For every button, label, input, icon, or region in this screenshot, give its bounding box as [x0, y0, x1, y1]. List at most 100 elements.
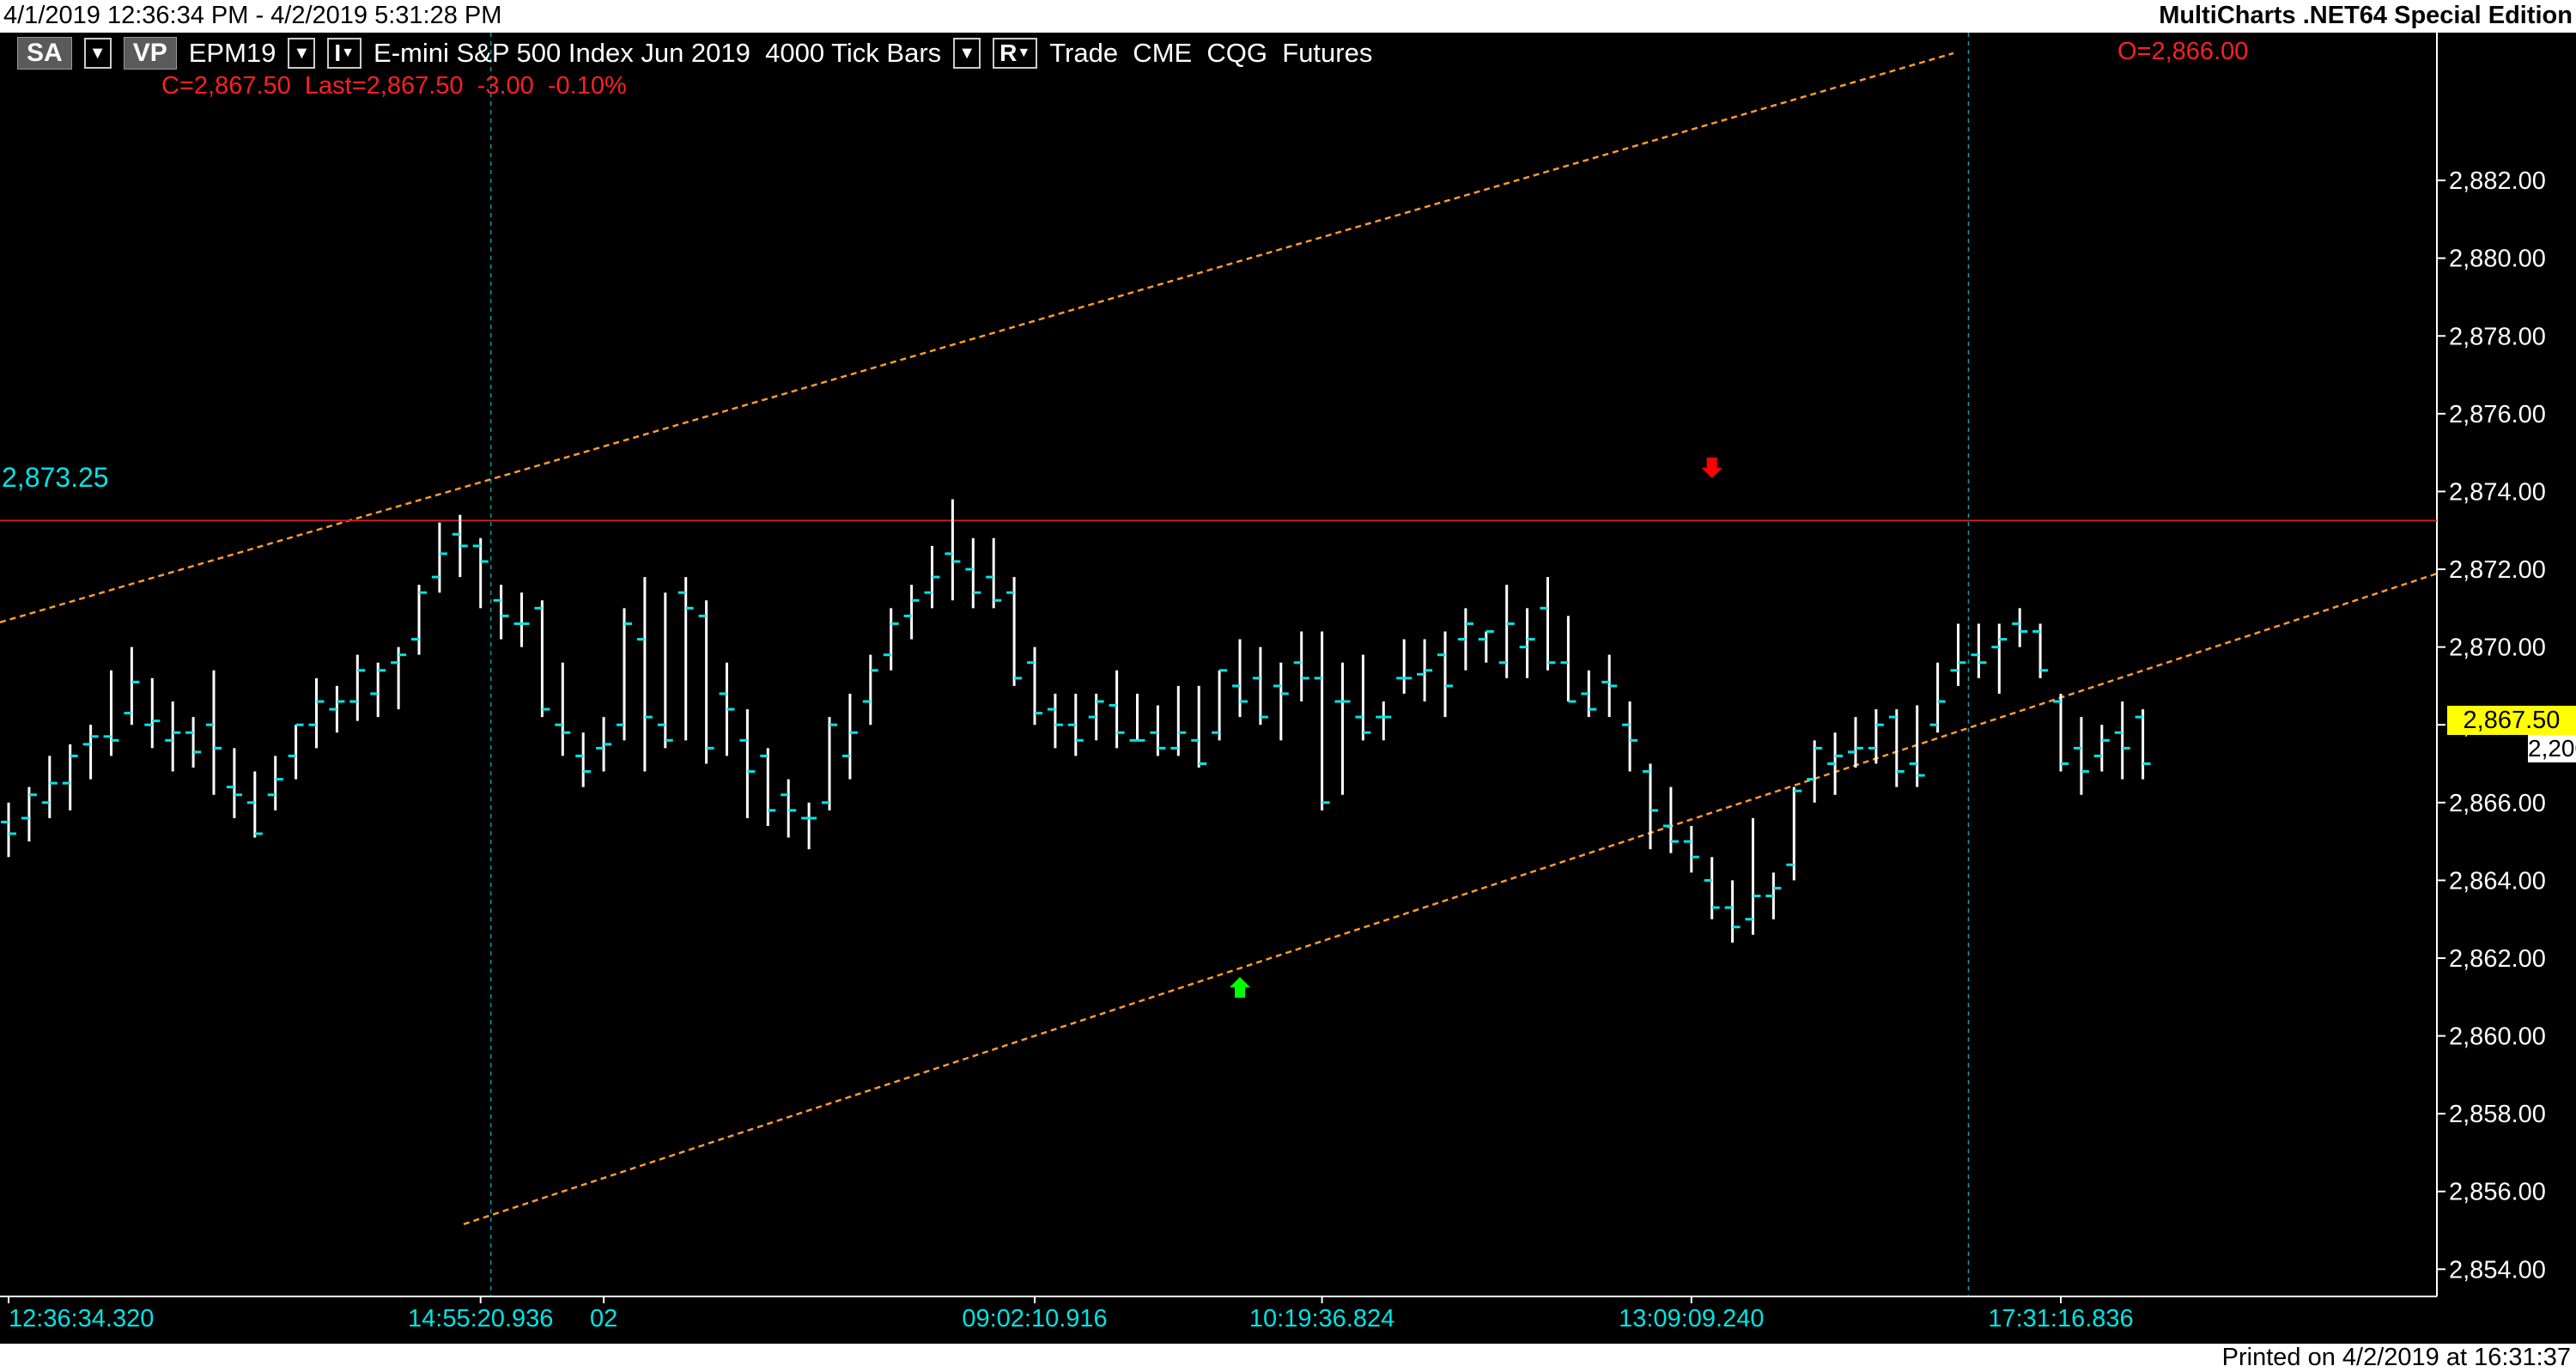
ohlc-bar: [1027, 647, 1042, 725]
r-label: R: [999, 39, 1018, 66]
chevron-down-icon: ▼: [341, 46, 355, 60]
ohlc-bar: [1601, 654, 1618, 718]
ohlc-bar: [781, 779, 797, 838]
ohlc-bar: [2135, 709, 2151, 780]
ohlc-bar: [185, 717, 202, 768]
ohlc-bar: [165, 701, 181, 772]
ohlc-bar: [431, 522, 447, 593]
ohlc-bar: [349, 654, 366, 721]
ohlc-bar: [391, 647, 407, 710]
ohlc-bar: [617, 608, 632, 741]
vp-button[interactable]: VP: [123, 37, 177, 70]
ohlc-bar: [1909, 705, 1925, 787]
r-button[interactable]: R ▼: [993, 38, 1038, 69]
time-axis: 12:36:34.320 14:55:20.936 02 09:02:10.916 10…: [8, 1296, 2134, 1333]
change-percent: -0.10%: [547, 72, 627, 100]
ohlc-bar: [903, 585, 920, 640]
price-tick-label: 2,854.00: [2449, 1256, 2546, 1284]
ohlc-bar: [1786, 786, 1802, 881]
ohlc-bar: [1314, 631, 1330, 810]
close-value: C=2,867.50: [161, 72, 291, 100]
interval-button[interactable]: I ▼: [327, 38, 362, 69]
ohlc-bar: [1191, 685, 1207, 768]
trend-channel: [0, 52, 2438, 1226]
ohlc-bar: [1581, 670, 1597, 718]
ohlc-bar: [965, 537, 981, 609]
ohlc-bar: [1929, 662, 1946, 733]
ohlc-bar: [1150, 705, 1166, 756]
ohlc-bar: [1498, 585, 1515, 678]
ohlc-bar: [2073, 717, 2089, 795]
ohlc-bar: [21, 786, 37, 842]
data-source-tags: Trade CME CQG Futures: [1049, 38, 1373, 68]
ohlc-bar: [206, 670, 222, 795]
channel-upper-line: [0, 52, 1954, 624]
buy-arrow-icon: [1230, 976, 1250, 998]
ohlc-bar: [698, 600, 714, 764]
price-tick-label: 2,872.00: [2449, 556, 2546, 584]
price-tick-label: 2,862.00: [2449, 945, 2546, 973]
last-price-marker: 2,867.50: [2447, 706, 2576, 735]
ohlc-bar: [329, 685, 345, 733]
ohlc-bar: [246, 771, 263, 838]
price-tick-label: 2,878.00: [2449, 323, 2546, 350]
description-dropdown[interactable]: ▼: [953, 38, 981, 69]
ohlc-bar: [2032, 623, 2049, 678]
price-tick-label: 2,876.00: [2449, 401, 2546, 428]
price-tick-label: 2,874.00: [2449, 478, 2546, 506]
instrument-description: E-mini S&P 500 Index Jun 2019 4000 Tick …: [374, 38, 942, 68]
change-value: -3.00: [477, 72, 534, 100]
time-tick-label: 02: [590, 1305, 617, 1333]
price-tick-label: 2,856.00: [2449, 1179, 2546, 1206]
ohlc-bar: [636, 577, 653, 772]
sa-button[interactable]: SA: [17, 37, 72, 70]
symbol-toolbar: SA ▼ VP EPM19 ▼ I ▼ E-mini S&P 500 Index …: [17, 34, 1372, 72]
ohlc-bar: [1129, 693, 1145, 742]
price-tick-label: 2,882.00: [2449, 167, 2546, 195]
ohlc-bar: [267, 756, 283, 810]
price-chart[interactable]: 2,882.00 2,880.00 2,878.00 2,876.00 2,874.00…: [0, 33, 2576, 1344]
ohlc-bar: [1396, 639, 1413, 694]
ohlc-bar: [1417, 639, 1433, 702]
ohlc-bar: [1109, 670, 1125, 749]
ohlc-bar: [452, 514, 468, 578]
ohlc-bar: [739, 709, 756, 818]
last-value: Last=2,867.50: [304, 72, 464, 100]
time-tick-label: 12:36:34.320: [9, 1305, 154, 1333]
time-tick-label: 13:09:09.240: [1619, 1305, 1764, 1333]
ohlc-bar: [534, 600, 550, 718]
ohlc-bar: [1888, 709, 1905, 787]
ohlc-bar: [1868, 709, 1884, 764]
quote-line: C=2,867.50 Last=2,867.50 -3.00 -0.10%: [161, 72, 627, 100]
sell-arrow-icon: [1701, 457, 1722, 478]
ohlc-bar: [862, 654, 878, 725]
ohlc-bar: [1991, 623, 2008, 694]
channel-lower-line: [463, 572, 2438, 1226]
ohlc-bar: [1683, 825, 1699, 873]
time-tick-label: 17:31:16.836: [1988, 1305, 2133, 1333]
ohlc-bar: [1827, 732, 1844, 795]
status-bar: Printed on 4/2/2019 at 16:31:37: [0, 1344, 2576, 1371]
ohlc-bar: [1252, 647, 1268, 725]
ohlc-bar: [1950, 623, 1966, 686]
ohlc-bar: [1376, 701, 1392, 741]
ohlc-bar: [1971, 623, 1987, 678]
sa-dropdown[interactable]: ▼: [83, 38, 112, 69]
open-value: O=2,866.00: [2117, 38, 2249, 65]
ohlc-bar: [513, 592, 530, 647]
price-tick-label: 2,860.00: [2449, 1023, 2546, 1051]
ohlc-bar: [596, 717, 612, 772]
ohlc-bar: [1622, 701, 1638, 772]
horizontal-line-label: 2,873.25: [2, 462, 109, 493]
ohlc-bar: [308, 677, 325, 749]
time-tick-label: 09:02:10.916: [962, 1305, 1107, 1333]
ohlc-bar: [555, 662, 571, 756]
ohlc-bar: [1560, 616, 1577, 703]
ohlc-bar: [1232, 639, 1248, 718]
symbol-dropdown[interactable]: ▼: [288, 38, 316, 69]
ohlc-bar: [1704, 857, 1720, 920]
chevron-down-icon: ▼: [958, 43, 976, 63]
price-tick-label: 2,858.00: [2449, 1101, 2546, 1128]
ohlc-bar: [1643, 763, 1658, 850]
ohlc-bar: [411, 585, 427, 655]
